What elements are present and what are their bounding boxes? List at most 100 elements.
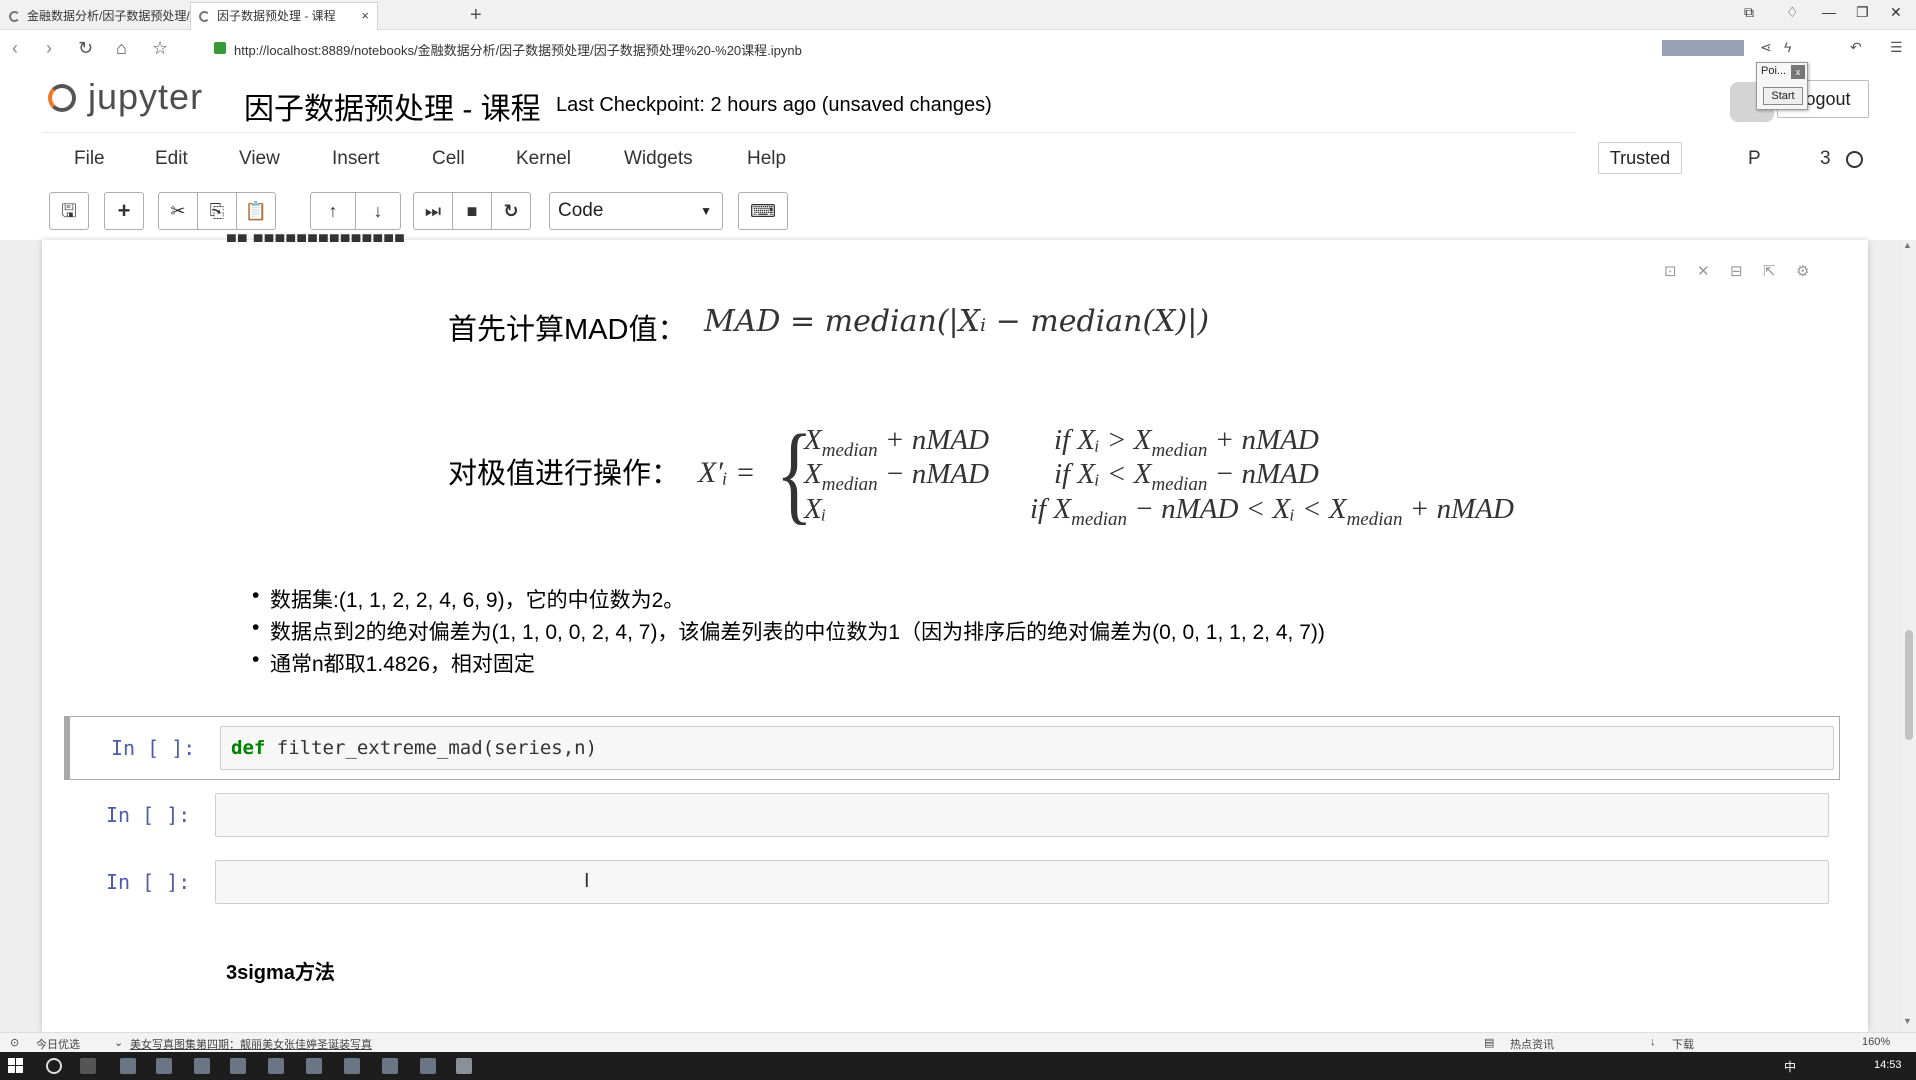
browser-tab-strip: 金融数据分析/因子数据预处理/ 因子数据预处理 - 课程 × + ⧉ ♢ — ❐… bbox=[0, 0, 1916, 30]
scroll-up-icon[interactable]: ▲ bbox=[1903, 240, 1912, 250]
undo-icon[interactable]: ↶ bbox=[1850, 39, 1862, 56]
copy-button[interactable]: ⎘ bbox=[197, 192, 237, 230]
cell-type-select[interactable]: Code ▼ bbox=[549, 192, 723, 230]
taskbar-app-icon[interactable] bbox=[194, 1058, 210, 1074]
menu-kernel[interactable]: Kernel bbox=[516, 148, 571, 170]
minimize-icon[interactable]: — bbox=[1822, 4, 1836, 20]
scrollbar-thumb[interactable] bbox=[1905, 630, 1913, 740]
reload-icon[interactable]: ↻ bbox=[78, 38, 93, 59]
kernel-name-prefix[interactable]: P bbox=[1748, 148, 1761, 170]
taskbar-app-icon[interactable] bbox=[156, 1058, 172, 1074]
code-editor[interactable] bbox=[215, 793, 1829, 837]
code-editor[interactable] bbox=[215, 860, 1829, 904]
browser-tab-notebook[interactable]: 因子数据预处理 - 课程 × bbox=[190, 2, 378, 30]
toc-icon[interactable]: ⊡ bbox=[1664, 262, 1677, 280]
taskbar-app-icon[interactable] bbox=[420, 1058, 436, 1074]
menu-edit[interactable]: Edit bbox=[155, 148, 188, 170]
command-palette-button[interactable]: ⌨ bbox=[738, 192, 788, 230]
menu-widgets[interactable]: Widgets bbox=[624, 148, 693, 170]
cut-button[interactable]: ✂ bbox=[158, 192, 198, 230]
new-tab-button[interactable]: + bbox=[470, 2, 482, 28]
move-down-button[interactable]: ↓ bbox=[355, 192, 401, 230]
news-icon[interactable]: ▤ bbox=[1484, 1036, 1494, 1049]
taskbar-app-icon[interactable] bbox=[306, 1058, 322, 1074]
zoom-level[interactable]: 160% bbox=[1862, 1036, 1890, 1048]
kernel-name-suffix[interactable]: 3 bbox=[1820, 148, 1831, 170]
news-link[interactable]: 美女写真图集第四期：靓丽美女张佳婷圣诞装写真 bbox=[130, 1036, 372, 1052]
popup-close-icon[interactable]: x bbox=[1791, 65, 1805, 79]
checkpoint-status: Last Checkpoint: 2 hours ago (unsaved ch… bbox=[556, 94, 992, 116]
code-cell-selected[interactable]: In [ ]: def filter_extreme_mad(series,n) bbox=[64, 716, 1840, 780]
code-cell[interactable]: In [ ]: bbox=[64, 783, 1838, 843]
taskbar-app-icon-active[interactable] bbox=[456, 1058, 472, 1074]
restart-button[interactable]: ↻ bbox=[491, 192, 531, 230]
status-today-label[interactable]: 今日优选 bbox=[36, 1036, 80, 1052]
mad-formula-label: 首先计算MAD值： bbox=[448, 314, 687, 346]
hot-news-link[interactable]: 热点资讯 bbox=[1510, 1036, 1554, 1052]
chevron-down-icon[interactable]: ⌄ bbox=[114, 1036, 123, 1049]
keyboard-icon: ⌨ bbox=[750, 201, 776, 221]
windows-start-icon[interactable] bbox=[8, 1058, 24, 1074]
skin-icon[interactable]: ♢ bbox=[1786, 4, 1799, 21]
bookmark-star-icon[interactable]: ☆ bbox=[152, 38, 168, 59]
jupyter-logo-text: jupyter bbox=[88, 76, 204, 117]
run-button[interactable]: ⏭ bbox=[413, 192, 453, 230]
menu-file[interactable]: File bbox=[74, 148, 105, 170]
menu-icon[interactable]: ☰ bbox=[1890, 39, 1903, 56]
tab-count-icon[interactable]: ⧉ bbox=[1744, 4, 1754, 21]
forward-icon[interactable]: › bbox=[46, 38, 52, 59]
menu-bar: File Edit View Insert Cell Kernel Widget… bbox=[0, 136, 1916, 180]
address-bar: ‹ › ↻ ⌂ ☆ http://localhost:8889/notebook… bbox=[0, 30, 1916, 66]
addr-extension-badge[interactable] bbox=[1662, 40, 1744, 56]
notebook-title[interactable]: 因子数据预处理 - 课程 bbox=[244, 84, 541, 128]
taskbar-app-icon[interactable] bbox=[382, 1058, 398, 1074]
close-window-icon[interactable]: ✕ bbox=[1890, 4, 1902, 21]
taskbar-app-icon[interactable] bbox=[268, 1058, 284, 1074]
interrupt-button[interactable]: ■ bbox=[452, 192, 492, 230]
input-method-indicator[interactable]: 中 bbox=[1784, 1058, 1796, 1075]
search-icon[interactable] bbox=[46, 1058, 62, 1074]
move-up-button[interactable]: ↑ bbox=[310, 192, 356, 230]
save-cell-icon[interactable]: ⊟ bbox=[1730, 262, 1743, 280]
download-icon[interactable]: ↓ bbox=[1650, 1036, 1656, 1048]
download-link[interactable]: 下载 bbox=[1672, 1036, 1694, 1052]
code-cell[interactable]: In [ ]: bbox=[64, 850, 1838, 910]
input-prompt: In [ ]: bbox=[106, 803, 191, 827]
plus-icon: + bbox=[117, 198, 131, 223]
scissors-icon: ✂ bbox=[170, 201, 186, 221]
loading-icon bbox=[199, 11, 210, 22]
home-icon[interactable]: ⌂ bbox=[116, 38, 127, 59]
menu-view[interactable]: View bbox=[239, 148, 280, 170]
insert-cell-button[interactable]: + bbox=[104, 192, 144, 230]
taskbar-app-icon[interactable] bbox=[230, 1058, 246, 1074]
task-view-icon[interactable] bbox=[80, 1058, 96, 1074]
back-icon[interactable]: ‹ bbox=[12, 38, 18, 59]
save-button[interactable]: 🖫 bbox=[49, 192, 89, 230]
taskbar-app-icon[interactable] bbox=[344, 1058, 360, 1074]
paste-icon: 📋 bbox=[244, 201, 268, 221]
restore-icon[interactable]: ❐ bbox=[1856, 4, 1869, 21]
menu-help[interactable]: Help bbox=[747, 148, 786, 170]
paste-button[interactable]: 📋 bbox=[236, 192, 276, 230]
clock[interactable]: 14:53 bbox=[1874, 1059, 1902, 1071]
browser-tab-folder[interactable]: 金融数据分析/因子数据预处理/ bbox=[0, 2, 190, 30]
section-heading: 3sigma方法 bbox=[226, 962, 335, 984]
code-editor[interactable]: def filter_extreme_mad(series,n) bbox=[220, 726, 1834, 770]
trusted-indicator[interactable]: Trusted bbox=[1598, 142, 1682, 174]
lightning-icon[interactable]: ϟ bbox=[1784, 39, 1791, 55]
floating-popup: Poi... x Start bbox=[1756, 62, 1808, 110]
close-tab-icon[interactable]: × bbox=[361, 3, 369, 29]
stop-icon: ■ bbox=[466, 201, 478, 221]
menu-insert[interactable]: Insert bbox=[332, 148, 380, 170]
share-cell-icon[interactable]: ⇱ bbox=[1763, 262, 1776, 280]
url-input[interactable]: http://localhost:8889/notebooks/金融数据分析/因… bbox=[234, 40, 802, 59]
favorites-icon[interactable]: ⊙ bbox=[10, 1036, 19, 1049]
taskbar-app-icon[interactable] bbox=[120, 1058, 136, 1074]
share-icon[interactable]: ⋖ bbox=[1760, 39, 1772, 56]
expand-icon[interactable]: ✕ bbox=[1697, 262, 1710, 280]
menu-cell[interactable]: Cell bbox=[432, 148, 465, 170]
scroll-down-icon[interactable]: ▼ bbox=[1903, 1016, 1912, 1026]
settings-gear-icon[interactable]: ⚙ bbox=[1796, 262, 1809, 280]
popup-start-button[interactable]: Start bbox=[1763, 87, 1803, 105]
arrow-up-icon: ↑ bbox=[328, 201, 338, 221]
